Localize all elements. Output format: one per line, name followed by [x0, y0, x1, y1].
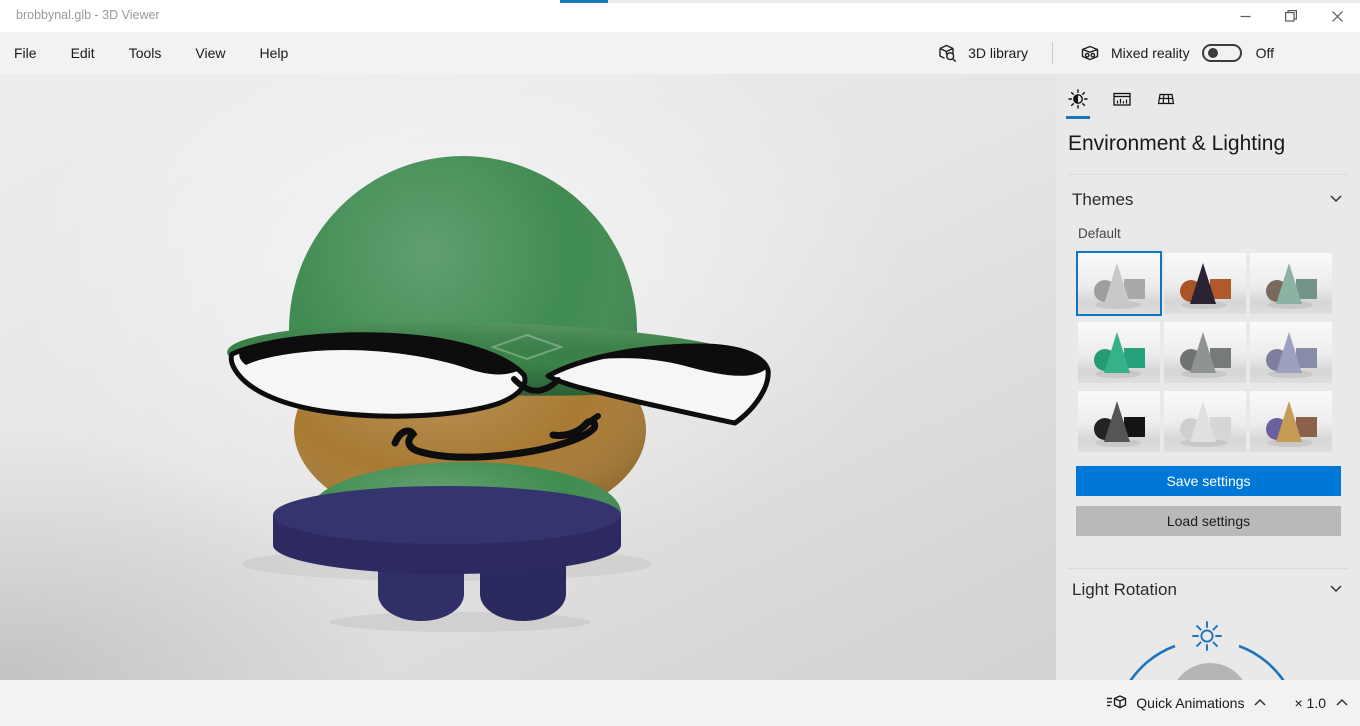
3d-viewport[interactable]: [0, 74, 1056, 680]
quick-animations-icon: [1106, 692, 1128, 715]
quick-animations-button[interactable]: Quick Animations: [1106, 692, 1268, 715]
menu-view[interactable]: View: [185, 45, 235, 61]
titlebar: brobbynal.glb - 3D Viewer: [0, 0, 1360, 32]
environment-lighting-panel: Environment & Lighting Themes Default Sa…: [1056, 74, 1360, 680]
minimize-button[interactable]: [1222, 0, 1268, 32]
restore-button[interactable]: [1268, 0, 1314, 32]
window-title: brobbynal.glb - 3D Viewer: [16, 8, 160, 22]
chevron-up-icon: [1334, 695, 1350, 711]
sun-handle-icon[interactable]: [1192, 621, 1222, 651]
mixed-reality-icon: [1079, 42, 1101, 64]
window-controls: [1222, 0, 1360, 32]
model-render: [227, 156, 771, 632]
3d-library-label: 3D library: [968, 45, 1028, 61]
quick-animations-label: Quick Animations: [1136, 695, 1245, 711]
close-icon: [1331, 10, 1343, 22]
dial-dome: [1177, 663, 1243, 680]
menu-help[interactable]: Help: [249, 45, 298, 61]
menubar: File Edit Tools View Help 3D library Mix…: [0, 32, 1360, 74]
chevron-up-icon: [1252, 695, 1268, 711]
minimize-icon: [1240, 11, 1251, 22]
mixed-reality-label: Mixed reality: [1110, 45, 1190, 61]
menubar-right: 3D library Mixed reality Off: [936, 42, 1360, 64]
speed-label: × 1.0: [1294, 695, 1326, 711]
3d-library-button[interactable]: 3D library: [936, 42, 1028, 64]
progress-fill: [560, 0, 608, 3]
mixed-reality-group: Mixed reality Off: [1079, 42, 1274, 64]
mixed-reality-state: Off: [1255, 45, 1274, 61]
floor-shadow-legs: [330, 612, 590, 632]
menu-tools[interactable]: Tools: [119, 45, 172, 61]
light-rotation-dial[interactable]: [1056, 74, 1360, 680]
mixed-reality-toggle[interactable]: [1201, 44, 1242, 62]
menu-file[interactable]: File: [4, 45, 47, 61]
close-button[interactable]: [1314, 0, 1360, 32]
playback-speed-button[interactable]: × 1.0: [1294, 695, 1350, 711]
restore-icon: [1285, 10, 1297, 22]
bottom-bar: Quick Animations × 1.0: [0, 680, 1360, 726]
toggle-knob: [1207, 48, 1218, 58]
model-base-top: [273, 486, 621, 544]
3d-viewer-window: brobbynal.glb - 3D Viewer File Edit Tool…: [0, 0, 1360, 726]
menu-edit[interactable]: Edit: [61, 45, 105, 61]
3d-library-icon: [936, 42, 958, 64]
menubar-separator: [1051, 42, 1053, 64]
